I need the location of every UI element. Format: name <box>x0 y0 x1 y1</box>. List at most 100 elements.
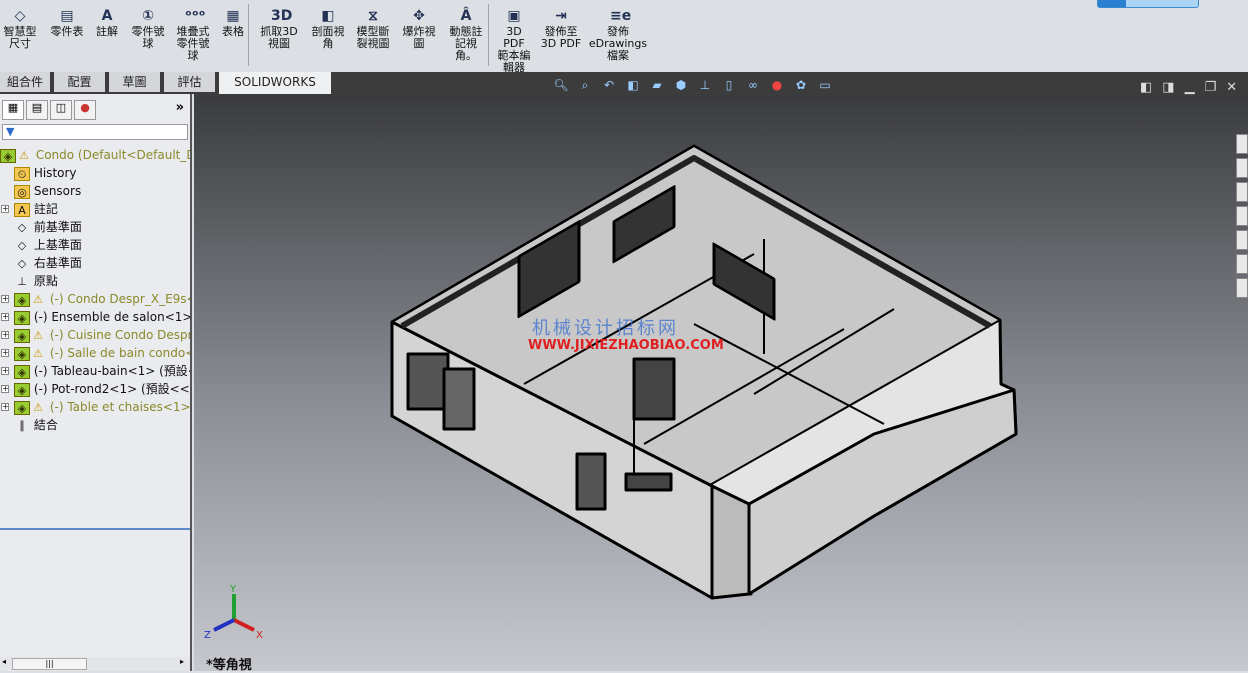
scroll-right-arrow[interactable]: ▸ <box>180 657 184 666</box>
tree-item[interactable]: + ◈ (-) Tableau-bain<1> (預設< <box>0 362 190 380</box>
expand-toggle[interactable]: + <box>1 331 9 339</box>
panel-tabs: ▦ ▤ ◫ ● » <box>0 94 190 122</box>
toolbar-button-label: 發佈至 3D PDF <box>540 25 582 50</box>
toolbar-button-1[interactable]: ▤ 零件表 <box>48 8 86 38</box>
toolbar-button-label: 智慧型 尺寸 <box>3 25 37 50</box>
toolbar-button-12[interactable]: ⇥ 發佈至 3D PDF <box>540 8 582 50</box>
toolbar-button-0[interactable]: ◇ 智慧型 尺寸 <box>2 8 38 50</box>
tree-item[interactable]: + ◈ (-) Ensemble de salon<1> ( <box>0 308 190 326</box>
assembly-icon: ◈ <box>14 292 30 307</box>
watermark-url: WWW.JIXIEZHAOBIAO.COM <box>528 338 724 353</box>
close-icon[interactable]: ✕ <box>1226 80 1237 95</box>
configuration-manager-tab[interactable]: ◫ <box>50 100 72 120</box>
tree-item[interactable]: ◇ 右基準面 <box>0 254 190 272</box>
resources-tab[interactable] <box>1236 278 1248 298</box>
tree-item[interactable]: + ◈ ⚠ (-) Table et chaises<1> ( <box>0 398 190 416</box>
bom-icon: ▤ <box>60 8 74 24</box>
dynamic-annotation-icon[interactable]: ▰ <box>648 78 666 94</box>
rollback-bar[interactable] <box>0 528 190 530</box>
scene-icon[interactable]: ● <box>768 78 786 94</box>
toolbar-button-label: 表格 <box>222 25 244 38</box>
axis-triad: Y X Z <box>204 584 263 641</box>
display-manager-tab[interactable]: ● <box>74 100 96 120</box>
expand-toggle[interactable]: + <box>1 349 9 357</box>
note-icon: A <box>101 8 113 24</box>
tree-item[interactable]: ◈ ⚠ Condo (Default<Default_D <box>0 146 190 164</box>
edit-appearance-icon[interactable]: ∞ <box>744 78 762 94</box>
tree-item[interactable]: + ◈ ⚠ (-) Cuisine Condo Despr_ <box>0 326 190 344</box>
expand-toggle[interactable]: + <box>1 367 9 375</box>
warning-icon: ⚠ <box>33 346 43 360</box>
tree-item-label: (-) Ensemble de salon<1> ( <box>33 310 190 324</box>
toolbar-button-3[interactable]: ① 零件號 球 <box>128 8 168 50</box>
tab-4[interactable]: SOLIDWORKS MBD <box>219 72 333 109</box>
tile-right-icon[interactable]: ◨ <box>1162 80 1174 95</box>
tab-3[interactable]: 評估 <box>164 72 217 92</box>
toolbar-button-5[interactable]: ▦ 表格 <box>220 8 246 38</box>
horizontal-scrollbar[interactable]: ◂ ||| ▸ <box>0 657 190 671</box>
toolbar-button-7[interactable]: ◧ 剖面視 角 <box>310 8 346 50</box>
toolbar-button-13[interactable]: ≡e 發佈 eDrawings 檔案 <box>588 8 648 62</box>
toolbar-button-8[interactable]: ⧖ 模型斷 裂視圖 <box>352 8 394 50</box>
expand-toggle[interactable]: + <box>1 313 9 321</box>
tree-item-label: 右基準面 <box>33 256 82 270</box>
toolbar-button-6[interactable]: 3D 抓取3D 視圖 <box>258 8 300 50</box>
tree-item-label: 註記 <box>33 202 58 216</box>
home-tab[interactable] <box>1236 134 1248 154</box>
display-style-icon[interactable]: ⊥ <box>696 78 714 94</box>
tree-filter[interactable]: ▼ <box>2 124 188 140</box>
expand-toggle[interactable]: + <box>1 205 9 213</box>
custom-properties-tab[interactable] <box>1236 254 1248 274</box>
minimize-icon[interactable]: ▁ <box>1185 80 1195 95</box>
graphics-area[interactable]: 机械设计招标网 WWW.JIXIEZHAOBIAO.COM Y X Z *等角視 <box>194 94 1248 673</box>
scroll-thumb[interactable]: ||| <box>12 658 87 670</box>
origin-icon: ⊥ <box>17 274 27 288</box>
tile-left-icon[interactable]: ◧ <box>1140 80 1152 95</box>
scroll-left-arrow[interactable]: ◂ <box>2 657 6 666</box>
tree-item[interactable]: ◇ 上基準面 <box>0 236 190 254</box>
appearances-tab[interactable] <box>1236 230 1248 250</box>
toolbar-button-9[interactable]: ✥ 爆炸視 圖 <box>400 8 438 50</box>
hide-show-icon[interactable]: ▯ <box>720 78 738 94</box>
expand-panel-button[interactable]: » <box>176 100 184 120</box>
expand-toggle[interactable]: + <box>1 295 9 303</box>
feature-manager-panel: ▦ ▤ ◫ ● » ▼ ◈ ⚠ Condo (Default<Default_D ⏲… <box>0 94 192 671</box>
property-manager-tab[interactable]: ▤ <box>26 100 48 120</box>
tree-item[interactable]: + A 註記 <box>0 200 190 218</box>
tree-item[interactable]: + ◈ ⚠ (-) Salle de bain condo< <box>0 344 190 362</box>
toolbar-button-2[interactable]: A 註解 <box>92 8 122 38</box>
command-manager-toolbar: ◇ 智慧型 尺寸 ▤ 零件表 A 註解 ① 零件號 球 ᵒᵒᵒ 堆疊式 零件號 球 ▦ 表格 3D 抓取3… <box>0 0 1248 74</box>
tree-item[interactable]: + ◈ ⚠ (-) Condo Despr_X_E9s< <box>0 290 190 308</box>
help-button[interactable] <box>1097 0 1199 8</box>
view-settings-icon[interactable]: ✿ <box>792 78 810 94</box>
zoom-to-fit-icon[interactable]: 🔍︎ <box>552 78 570 94</box>
warning-icon: ⚠ <box>19 148 29 162</box>
tab-1[interactable]: 配置 <box>54 72 107 92</box>
view-palette-tab[interactable] <box>1236 206 1248 226</box>
expand-toggle[interactable]: + <box>1 403 9 411</box>
tree-item[interactable]: ⊥ 原點 <box>0 272 190 290</box>
tree-item-label: (-) Table et chaises<1> ( <box>49 400 190 414</box>
smart-dimension-icon: ◇ <box>14 8 26 24</box>
toolbar-button-11[interactable]: ▣ 3D PDF 範本編 輯器 <box>494 8 534 74</box>
display-pane-icon[interactable]: ▭ <box>816 78 834 94</box>
zoom-to-area-icon[interactable]: ⌕ <box>576 78 594 94</box>
file-explorer-tab[interactable] <box>1236 182 1248 202</box>
restore-icon[interactable]: ❐ <box>1205 80 1217 95</box>
previous-view-icon[interactable]: ↶ <box>600 78 618 94</box>
assembly-icon: ◈ <box>14 328 30 343</box>
view-orientation-icon[interactable]: ⬢ <box>672 78 690 94</box>
feature-tree-tab[interactable]: ▦ <box>2 100 24 120</box>
tab-0[interactable]: 組合件 <box>0 72 52 92</box>
expand-toggle[interactable]: + <box>1 385 9 393</box>
toolbar-button-10[interactable]: Â 動態註 記視 角。 <box>446 8 486 62</box>
design-library-tab[interactable] <box>1236 158 1248 178</box>
tree-item[interactable]: ◎ Sensors <box>0 182 190 200</box>
tree-item[interactable]: ∥ 結合 <box>0 416 190 434</box>
tree-item[interactable]: ◇ 前基準面 <box>0 218 190 236</box>
section-view-icon[interactable]: ◧ <box>624 78 642 94</box>
toolbar-button-4[interactable]: ᵒᵒᵒ 堆疊式 零件號 球 <box>172 8 214 62</box>
tree-item[interactable]: ⏲ History <box>0 164 190 182</box>
tree-item[interactable]: + ◈ (-) Pot-rond2<1> (預設<<預 <box>0 380 190 398</box>
tab-2[interactable]: 草圖 <box>109 72 162 92</box>
